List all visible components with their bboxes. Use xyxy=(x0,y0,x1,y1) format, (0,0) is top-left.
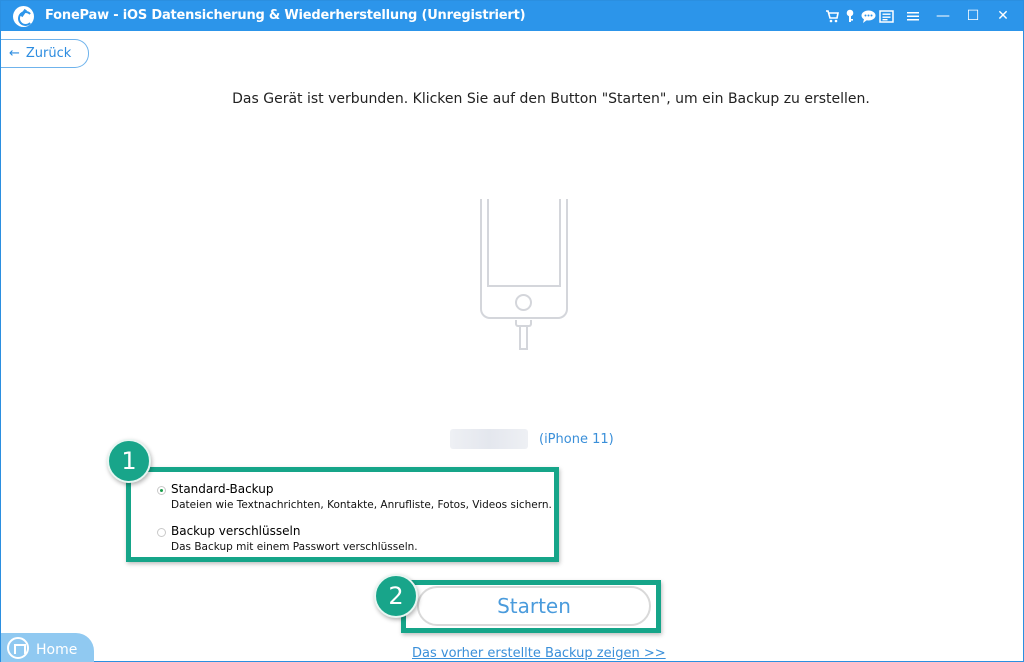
device-model: (iPhone 11) xyxy=(539,432,614,447)
option-description: Das Backup mit einem Passwort verschlüss… xyxy=(171,541,418,553)
cart-icon[interactable] xyxy=(823,7,841,25)
option-title: Backup verschlüsseln xyxy=(171,524,301,538)
window-title: FonePaw - iOS Datensicherung & Wiederher… xyxy=(45,8,526,23)
start-button[interactable]: Starten xyxy=(417,586,651,626)
key-icon[interactable] xyxy=(841,7,859,25)
radio-standard-backup[interactable] xyxy=(157,486,166,495)
chat-icon[interactable] xyxy=(859,7,877,25)
close-icon[interactable]: ✕ xyxy=(991,7,1015,25)
start-highlight: Starten xyxy=(401,580,661,633)
cable-icon xyxy=(519,326,528,350)
previous-backup-link[interactable]: Das vorher erstellte Backup zeigen >> xyxy=(412,646,666,661)
app-window: FonePaw - iOS Datensicherung & Wiederher… xyxy=(0,0,1024,662)
phone-home-button-icon xyxy=(515,294,532,311)
step-badge-1: 1 xyxy=(107,439,151,483)
instruction-text: Das Gerät ist verbunden. Klicken Sie auf… xyxy=(232,91,870,107)
option-description: Dateien wie Textnachrichten, Kontakte, A… xyxy=(171,499,552,511)
backup-options-panel: Standard-Backup Dateien wie Textnachrich… xyxy=(126,467,559,562)
back-button[interactable]: ← Zurück xyxy=(1,39,89,68)
arrow-left-icon: ← xyxy=(9,46,20,61)
feedback-icon[interactable] xyxy=(877,7,895,25)
radio-encrypt-backup[interactable] xyxy=(157,528,166,537)
step-badge-2: 2 xyxy=(374,574,418,618)
phone-screen xyxy=(487,199,561,287)
device-name-redacted xyxy=(450,429,528,449)
fonepaw-logo-icon xyxy=(13,6,34,27)
maximize-icon[interactable]: ☐ xyxy=(961,7,985,25)
menu-icon[interactable] xyxy=(901,7,925,25)
home-label: Home xyxy=(36,642,78,658)
option-title: Standard-Backup xyxy=(171,482,274,496)
home-icon xyxy=(7,637,29,659)
minimize-icon[interactable]: — xyxy=(931,7,955,25)
titlebar-controls: — ☐ ✕ xyxy=(823,7,1015,25)
back-label: Zurück xyxy=(25,46,72,61)
title-bar: FonePaw - iOS Datensicherung & Wiederher… xyxy=(1,1,1023,31)
home-button[interactable]: Home xyxy=(1,633,94,662)
